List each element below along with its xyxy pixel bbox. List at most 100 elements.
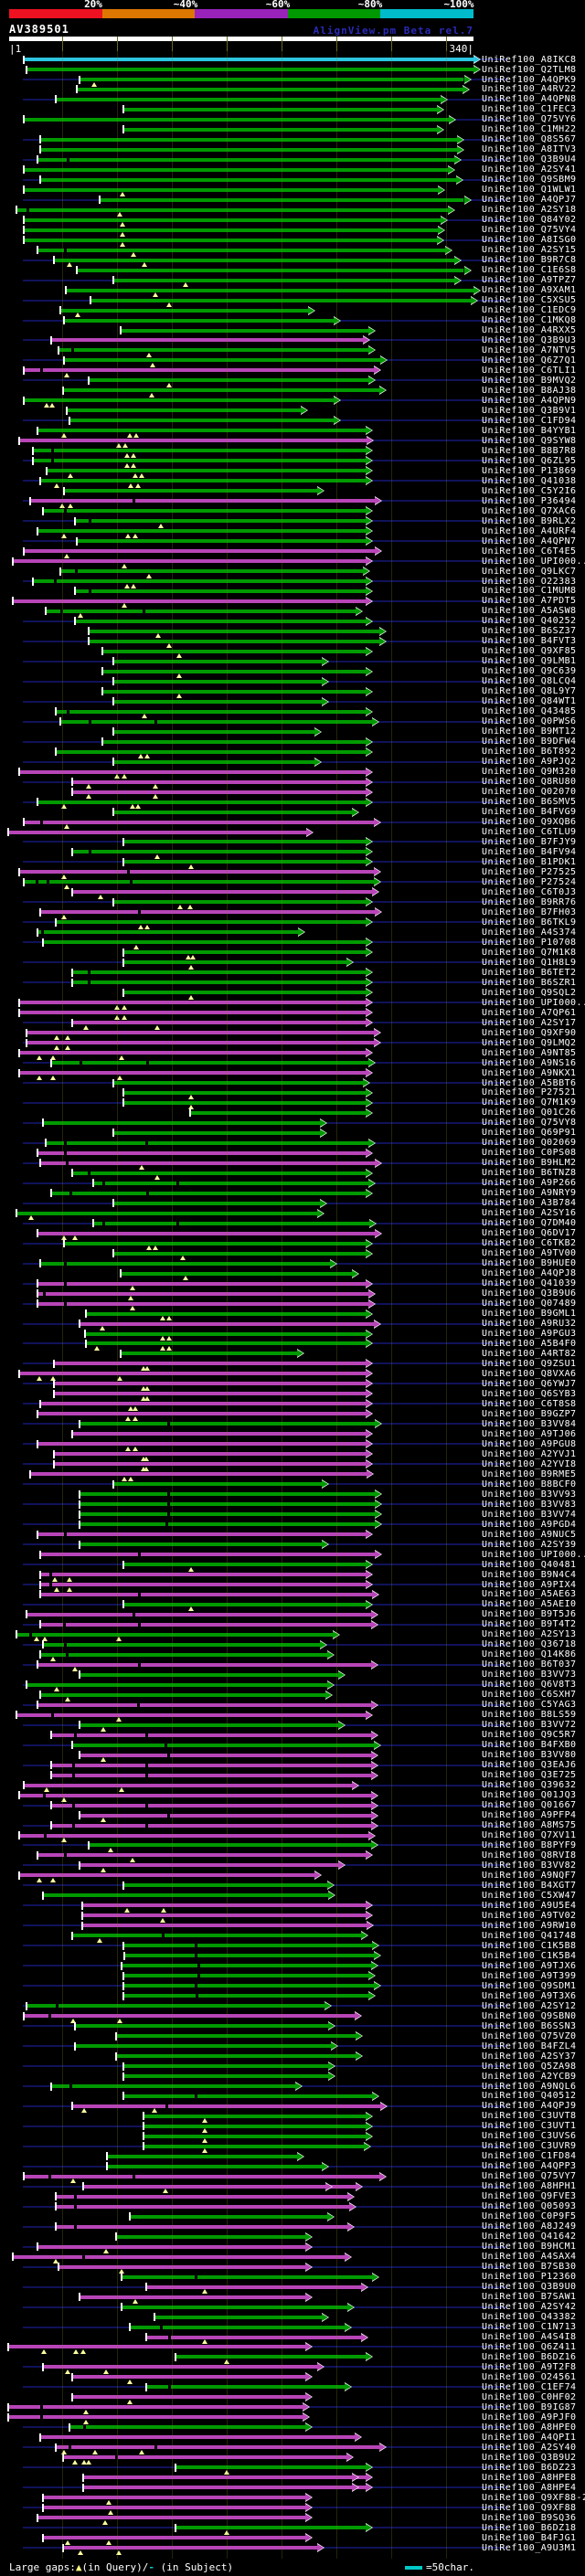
hit-bar[interactable] bbox=[24, 58, 473, 61]
hit-bar[interactable] bbox=[24, 398, 335, 403]
hit-label[interactable]: UniRef100_P13869 bbox=[482, 466, 577, 476]
hit-bar[interactable] bbox=[43, 2365, 318, 2369]
hit-label[interactable]: UniRef100_A2SY39 bbox=[482, 1540, 577, 1550]
hit-label[interactable]: UniRef100_C1MUM8 bbox=[482, 586, 577, 596]
hit-bar[interactable] bbox=[27, 1041, 374, 1044]
hit-bar[interactable] bbox=[54, 1462, 366, 1467]
hit-label[interactable]: UniRef100_A9TJ06 bbox=[482, 1429, 577, 1439]
hit-label[interactable]: UniRef100_Q9XF88 bbox=[482, 2503, 577, 2513]
hit-label[interactable]: UniRef100_B3VV72 bbox=[482, 1720, 577, 1730]
hit-bar[interactable] bbox=[57, 920, 366, 925]
hit-bar[interactable] bbox=[13, 599, 366, 603]
hit-label[interactable]: UniRef100_C3UVT8 bbox=[482, 2111, 577, 2121]
hit-label[interactable]: UniRef100_A4SAX4 bbox=[482, 2252, 577, 2262]
hit-label[interactable]: UniRef100_Q8RVI8 bbox=[482, 1850, 577, 1860]
hit-label[interactable]: UniRef100_B3VV82 bbox=[482, 1860, 577, 1871]
hit-bar[interactable] bbox=[37, 1301, 368, 1306]
hit-label[interactable]: UniRef100_B6SZ37 bbox=[482, 626, 577, 636]
hit-bar[interactable] bbox=[73, 2375, 305, 2380]
hit-label[interactable]: UniRef100_B9R7C8 bbox=[482, 255, 577, 265]
hit-bar[interactable] bbox=[65, 1241, 366, 1246]
hit-bar[interactable] bbox=[107, 2154, 297, 2158]
hit-label[interactable]: UniRef100_B4FVG9 bbox=[482, 807, 577, 817]
hit-bar[interactable] bbox=[121, 1352, 297, 1356]
hit-label[interactable]: UniRef100_Q9SYW8 bbox=[482, 436, 577, 446]
hit-bar[interactable] bbox=[24, 187, 439, 192]
hit-label[interactable]: UniRef100_A8ITV3 bbox=[482, 144, 577, 154]
hit-bar[interactable] bbox=[40, 1261, 330, 1266]
hit-bar[interactable] bbox=[93, 1221, 370, 1225]
hit-bar[interactable] bbox=[54, 1362, 366, 1366]
hit-bar[interactable] bbox=[123, 1602, 366, 1606]
hit-label[interactable]: UniRef100_Q9C5R7 bbox=[482, 1730, 577, 1740]
hit-bar[interactable] bbox=[144, 2134, 366, 2138]
hit-label[interactable]: UniRef100_A9NUC5 bbox=[482, 1530, 577, 1540]
hit-label[interactable]: UniRef100_Q43382 bbox=[482, 2312, 577, 2322]
hit-label[interactable]: UniRef100_A9NRY9 bbox=[482, 1188, 577, 1198]
hit-label[interactable]: UniRef100_B9MT12 bbox=[482, 726, 577, 737]
hit-bar[interactable] bbox=[20, 1793, 371, 1797]
hit-bar[interactable] bbox=[20, 1372, 366, 1376]
hit-bar[interactable] bbox=[40, 1583, 366, 1586]
hit-label[interactable]: UniRef100_A2SY15 bbox=[482, 245, 577, 255]
hit-label[interactable]: UniRef100_C0PS08 bbox=[482, 1148, 577, 1158]
hit-bar[interactable] bbox=[57, 709, 366, 714]
hit-bar[interactable] bbox=[40, 1622, 371, 1627]
hit-label[interactable]: UniRef100_B7SB30 bbox=[482, 2262, 577, 2272]
hit-label[interactable]: UniRef100_Q3EAJ6 bbox=[482, 1760, 577, 1770]
hit-label[interactable]: UniRef100_B9HUE0 bbox=[482, 1258, 577, 1268]
hit-bar[interactable] bbox=[70, 419, 335, 423]
hit-label[interactable]: UniRef100_A9NQF7 bbox=[482, 1871, 577, 1881]
hit-bar[interactable] bbox=[144, 2114, 366, 2118]
hit-label[interactable]: UniRef100_Q7XAC6 bbox=[482, 506, 577, 516]
hit-bar[interactable] bbox=[37, 429, 366, 433]
hit-bar[interactable] bbox=[121, 328, 368, 333]
hit-label[interactable]: UniRef100_A4RV22 bbox=[482, 84, 577, 94]
hit-label[interactable]: UniRef100_A9PGD4 bbox=[482, 1520, 577, 1530]
hit-label[interactable]: UniRef100_B9RLX2 bbox=[482, 516, 577, 526]
hit-label[interactable]: UniRef100_A9NT85 bbox=[482, 1048, 577, 1058]
hit-bar[interactable] bbox=[34, 449, 366, 453]
hit-label[interactable]: UniRef100_C0P9F5 bbox=[482, 2211, 577, 2221]
hit-bar[interactable] bbox=[20, 870, 374, 875]
hit-label[interactable]: UniRef100_A9T2F8 bbox=[482, 2362, 577, 2372]
hit-label[interactable]: UniRef100_A8HPE8 bbox=[482, 2473, 577, 2483]
hit-label[interactable]: UniRef100_Q3B9U4 bbox=[482, 154, 577, 164]
hit-bar[interactable] bbox=[103, 689, 366, 694]
hit-bar[interactable] bbox=[20, 1071, 366, 1075]
hit-label[interactable]: UniRef100_Q6DV17 bbox=[482, 1228, 577, 1238]
hit-label[interactable]: UniRef100_A4S374 bbox=[482, 928, 577, 938]
hit-bar[interactable] bbox=[37, 1442, 366, 1447]
hit-label[interactable]: UniRef100_Q01667 bbox=[482, 1800, 577, 1810]
hit-bar[interactable] bbox=[80, 1723, 338, 1727]
hit-bar[interactable] bbox=[121, 1271, 352, 1276]
hit-bar[interactable] bbox=[60, 569, 363, 573]
hit-bar[interactable] bbox=[117, 2234, 305, 2239]
hit-bar[interactable] bbox=[24, 880, 374, 885]
hit-bar[interactable] bbox=[122, 2305, 348, 2309]
hit-bar[interactable] bbox=[51, 338, 363, 343]
hit-label[interactable]: UniRef100_A4QPN8 bbox=[482, 94, 577, 104]
hit-bar[interactable] bbox=[65, 358, 381, 363]
hit-bar[interactable] bbox=[9, 830, 307, 834]
hit-label[interactable]: UniRef100_B9RR76 bbox=[482, 897, 577, 907]
hit-bar[interactable] bbox=[40, 479, 366, 483]
hit-label[interactable]: UniRef100_Q9LKC7 bbox=[482, 567, 577, 577]
hit-bar[interactable] bbox=[24, 368, 374, 373]
hit-label[interactable]: UniRef100_B3VV93 bbox=[482, 1489, 577, 1500]
hit-label[interactable]: UniRef100_C6TLI1 bbox=[482, 366, 577, 376]
hit-label[interactable]: UniRef100_C1EF74 bbox=[482, 2382, 577, 2392]
hit-label[interactable]: UniRef100_B8LS59 bbox=[482, 1710, 577, 1720]
hit-bar[interactable] bbox=[114, 1201, 321, 1205]
hit-bar[interactable] bbox=[37, 800, 366, 804]
hit-bar[interactable] bbox=[54, 1392, 366, 1396]
hit-label[interactable]: UniRef100_A2SY12 bbox=[482, 2001, 577, 2011]
hit-label[interactable]: UniRef100_Q07489 bbox=[482, 1299, 577, 1309]
hit-bar[interactable] bbox=[80, 1863, 338, 1868]
hit-label[interactable]: UniRef100_C1E6S8 bbox=[482, 265, 577, 275]
hit-label[interactable]: UniRef100_C1N713 bbox=[482, 2322, 577, 2332]
hit-label[interactable]: UniRef100_C1K5B4 bbox=[482, 1951, 577, 1961]
hit-bar[interactable] bbox=[117, 2054, 356, 2058]
hit-bar[interactable] bbox=[80, 1813, 371, 1818]
hit-bar[interactable] bbox=[20, 1001, 366, 1005]
